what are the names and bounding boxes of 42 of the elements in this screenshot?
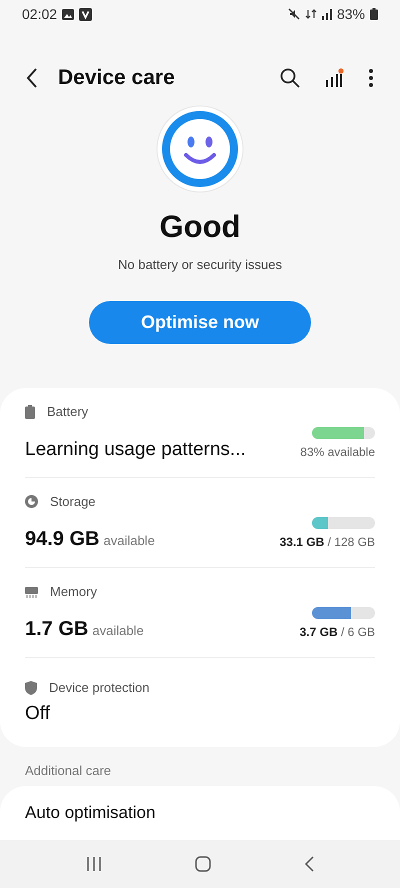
- usage-reading: 33.1 GB / 128 GB: [280, 535, 375, 550]
- battery-icon: [25, 404, 35, 419]
- item-label: Storage: [50, 494, 96, 510]
- usage-reading: 3.7 GB / 6 GB: [300, 625, 375, 640]
- recent-apps-icon[interactable]: [86, 856, 102, 872]
- status-subtitle: No battery or security issues: [118, 257, 282, 272]
- shield-icon: [25, 680, 37, 695]
- mute-icon: [288, 8, 300, 20]
- usage-bar: [312, 427, 375, 440]
- back-icon[interactable]: [26, 68, 38, 88]
- bar-chart-icon[interactable]: [324, 68, 344, 88]
- search-icon[interactable]: [280, 68, 300, 88]
- item-value: 1.7 GB: [25, 618, 88, 642]
- battery-icon: [370, 8, 378, 20]
- usage-reading: 83% available: [300, 445, 375, 460]
- usage-bar: [312, 517, 375, 530]
- item-value: Off: [25, 703, 50, 726]
- item-value: 94.9 GB: [25, 528, 100, 552]
- item-unit: available: [92, 623, 144, 638]
- item-label: Device protection: [49, 680, 150, 696]
- item-label: Battery: [47, 404, 88, 420]
- network-icon: [304, 8, 317, 20]
- app-icon: [79, 8, 92, 21]
- status-title: Good: [160, 209, 240, 246]
- item-unit: available: [103, 533, 155, 548]
- page-title: Device care: [58, 66, 175, 90]
- chip-icon: [25, 586, 38, 598]
- battery-percent: 83%: [336, 6, 365, 22]
- section-heading: Additional care: [25, 763, 112, 778]
- gallery-icon: [62, 8, 74, 20]
- item-label: Memory: [50, 584, 97, 600]
- smiley-face-icon: [156, 105, 244, 194]
- pie-chart-icon: [25, 495, 38, 508]
- clock: 02:02: [22, 6, 58, 22]
- menu-item[interactable]: Auto optimisation: [25, 803, 156, 822]
- home-icon[interactable]: [194, 856, 211, 872]
- usage-bar: [312, 607, 375, 620]
- optimise-button[interactable]: Optimise now: [89, 301, 311, 344]
- more-options-icon[interactable]: [368, 68, 374, 88]
- back-icon[interactable]: [304, 856, 314, 872]
- item-value: Learning usage patterns...: [25, 439, 246, 462]
- signal-icon: [322, 8, 332, 20]
